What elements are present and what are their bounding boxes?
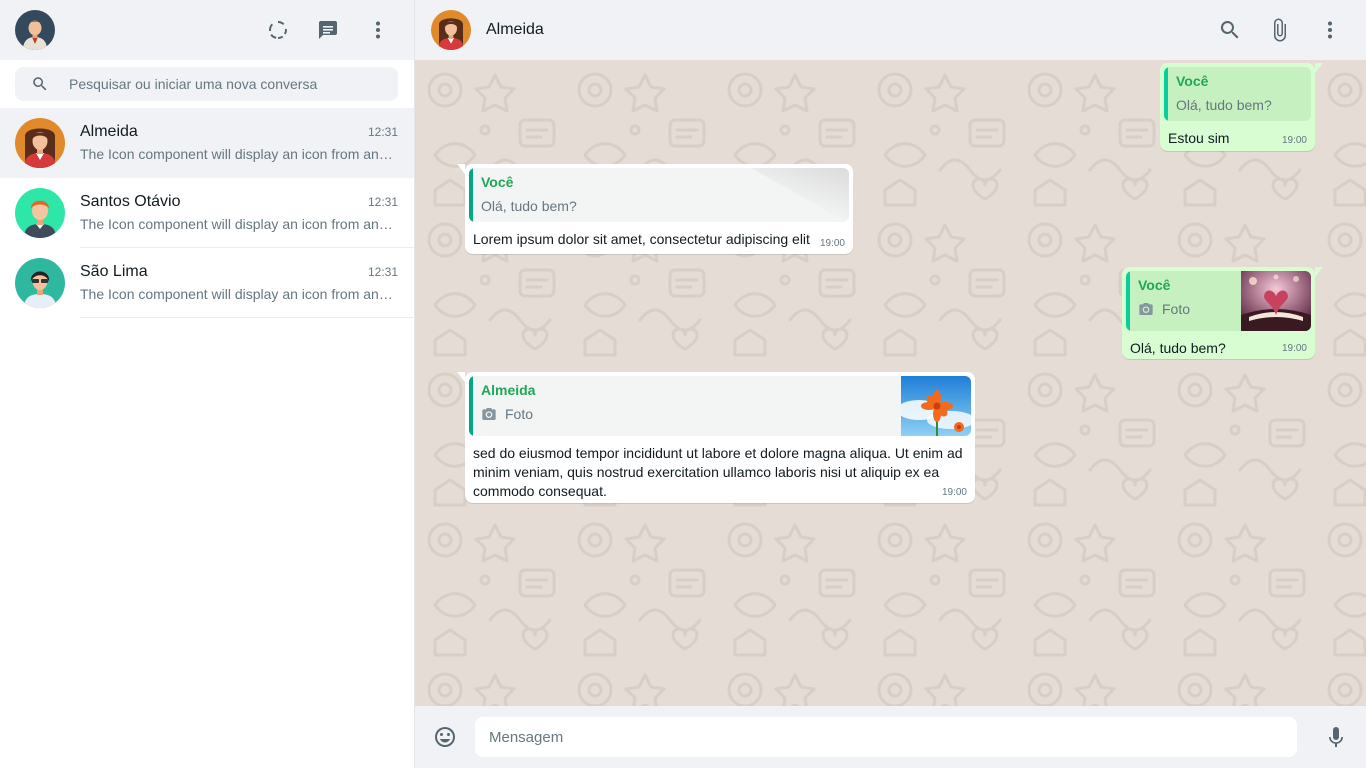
message-input[interactable] [475, 717, 1297, 757]
camera-icon [482, 408, 496, 420]
message-time: 19:00 [1281, 135, 1307, 146]
message-bubble[interactable]: Você Foto Olá, tudo bem? 19:00 [1122, 267, 1323, 359]
menu-icon[interactable] [358, 10, 398, 50]
chat-item-sao-lima[interactable]: São Lima 12:31 The Icon component will d… [0, 248, 414, 318]
chat-time: 12:31 [367, 265, 398, 279]
search-bar [0, 60, 414, 108]
bubble-tail [457, 372, 465, 382]
sidebar-header [0, 0, 414, 60]
message-time: 19:00 [941, 487, 967, 498]
chat-info: São Lima 12:31 The Icon component will d… [80, 248, 414, 318]
message-time: 19:00 [819, 238, 845, 249]
quoted-message[interactable]: Almeida Foto [469, 376, 971, 436]
quote-text: Olá, tudo bem? [481, 198, 839, 214]
contact-name[interactable]: Almeida [486, 21, 544, 39]
quote-text-value: Foto [505, 406, 534, 422]
message-composer [415, 706, 1366, 768]
search-icon[interactable] [1210, 10, 1250, 50]
message-area: Você Olá, tudo bem? Estou sim 19:00 Você… [415, 60, 1366, 706]
new-chat-icon[interactable] [308, 10, 348, 50]
chat-info: Santos Otávio 12:31 The Icon component w… [80, 178, 414, 248]
camera-icon [1139, 303, 1153, 315]
microphone-icon[interactable] [1322, 717, 1350, 757]
bubble-tail [1315, 63, 1323, 73]
quoted-message[interactable]: Você Olá, tudo bem? [1164, 67, 1311, 121]
chat-preview: The Icon component will display an icon … [80, 286, 398, 302]
chat-item-almeida[interactable]: Almeida 12:31 The Icon component will di… [0, 108, 414, 178]
quote-text-value: Olá, tudo bem? [481, 198, 577, 214]
avatar [15, 188, 65, 238]
bubble-tail [1315, 267, 1323, 277]
chat-time: 12:31 [367, 195, 398, 209]
chat-name: Santos Otávio [80, 193, 181, 210]
chat-sidebar: Almeida 12:31 The Icon component will di… [0, 0, 415, 768]
quote-photo-thumbnail[interactable] [901, 376, 971, 436]
message-bubble[interactable]: Você Olá, tudo bem? Lorem ipsum dolor si… [457, 164, 853, 254]
quote-text-value: Olá, tudo bem? [1176, 97, 1272, 113]
quote-text: Olá, tudo bem? [1176, 97, 1301, 113]
chat-name: São Lima [80, 263, 148, 280]
quote-author: Você [1138, 277, 1171, 293]
message-bubble[interactable]: Você Olá, tudo bem? Estou sim 19:00 [1160, 63, 1323, 151]
chat-time: 12:31 [367, 125, 398, 139]
avatar [15, 258, 65, 308]
quote-text: Foto [1138, 301, 1231, 317]
status-icon[interactable] [258, 10, 298, 50]
chat-info: Almeida 12:31 The Icon component will di… [80, 108, 414, 178]
chat-preview: The Icon component will display an icon … [80, 216, 398, 232]
chat-name: Almeida [80, 123, 138, 140]
my-avatar[interactable] [15, 10, 55, 50]
message-text: Lorem ipsum dolor sit amet, consectetur … [473, 231, 810, 247]
emoji-icon[interactable] [431, 717, 459, 757]
chat-item-santos-otavio[interactable]: Santos Otávio 12:31 The Icon component w… [0, 178, 414, 248]
avatar [15, 118, 65, 168]
search-icon [33, 77, 47, 91]
quote-photo-thumbnail[interactable] [1241, 271, 1311, 331]
quote-text: Foto [481, 406, 891, 422]
chat-list: Almeida 12:31 The Icon component will di… [0, 108, 414, 318]
conversation-panel: Almeida Você Olá, tudo bem? Estou sim 19… [415, 0, 1366, 768]
bubble-tail [457, 164, 465, 174]
conversation-header: Almeida [415, 0, 1366, 60]
quoted-message[interactable]: Você Olá, tudo bem? [469, 168, 849, 222]
quote-author: Você [1176, 73, 1209, 89]
menu-icon[interactable] [1310, 10, 1350, 50]
search-input[interactable] [69, 76, 398, 92]
search-box [15, 67, 398, 101]
message-text: sed do eiusmod tempor incididunt ut labo… [473, 445, 963, 499]
quoted-message[interactable]: Você Foto [1126, 271, 1311, 331]
chat-preview: The Icon component will display an icon … [80, 146, 398, 162]
message-bubble[interactable]: Almeida Foto sed do eiusmod tempor incid… [457, 372, 975, 503]
contact-avatar[interactable] [431, 10, 471, 50]
attach-icon[interactable] [1260, 10, 1300, 50]
quote-text-value: Foto [1162, 301, 1191, 317]
quote-author: Almeida [481, 382, 536, 398]
message-time: 19:00 [1281, 343, 1307, 354]
